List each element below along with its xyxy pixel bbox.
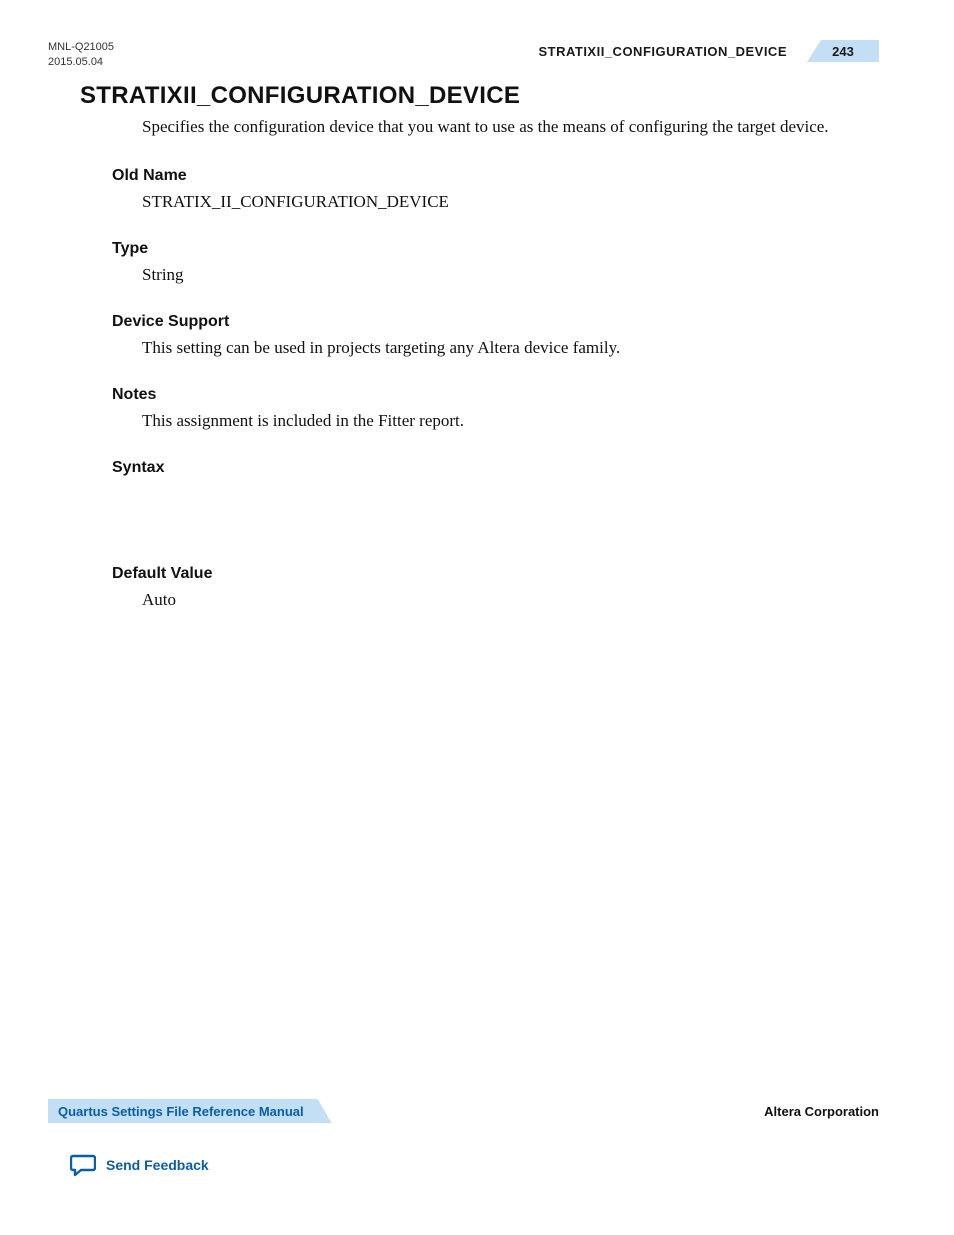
section-head-device-support: Device Support [112, 313, 876, 331]
section-head-old-name: Old Name [112, 167, 876, 185]
doc-meta: MNL-Q21005 2015.05.04 [48, 40, 114, 71]
manual-link: Quartus Settings File Reference Manual [58, 1104, 304, 1119]
send-feedback-label: Send Feedback [106, 1157, 209, 1173]
section-head-type: Type [112, 240, 876, 258]
main-content: STRATIXII_CONFIGURATION_DEVICE Specifies… [80, 82, 876, 638]
section-head-notes: Notes [112, 386, 876, 404]
section-head-default-value: Default Value [112, 565, 876, 583]
intro-text: Specifies the configuration device that … [142, 116, 876, 139]
send-feedback-link[interactable]: Send Feedback [70, 1153, 209, 1177]
manual-link-badge[interactable]: Quartus Settings File Reference Manual [48, 1099, 332, 1123]
page-title: STRATIXII_CONFIGURATION_DEVICE [80, 82, 876, 110]
doc-date: 2015.05.04 [48, 55, 114, 70]
comment-icon [70, 1153, 96, 1177]
section-head-syntax: Syntax [112, 459, 876, 477]
page-number-badge: 243 [807, 40, 879, 62]
running-head: STRATIXII_CONFIGURATION_DEVICE 243 [538, 40, 879, 62]
doc-id: MNL-Q21005 [48, 40, 114, 55]
section-body-old-name: STRATIX_II_CONFIGURATION_DEVICE [142, 191, 876, 214]
section-body-notes: This assignment is included in the Fitte… [142, 410, 876, 433]
page-header: MNL-Q21005 2015.05.04 STRATIXII_CONFIGUR… [48, 40, 879, 71]
syntax-placeholder [80, 483, 876, 565]
page-number: 243 [832, 44, 854, 59]
section-body-type: String [142, 264, 876, 287]
company-name: Altera Corporation [764, 1104, 879, 1119]
section-body-default-value: Auto [142, 589, 876, 612]
running-title: STRATIXII_CONFIGURATION_DEVICE [538, 44, 807, 59]
page-footer: Quartus Settings File Reference Manual A… [48, 1099, 879, 1123]
section-body-device-support: This setting can be used in projects tar… [142, 337, 876, 360]
